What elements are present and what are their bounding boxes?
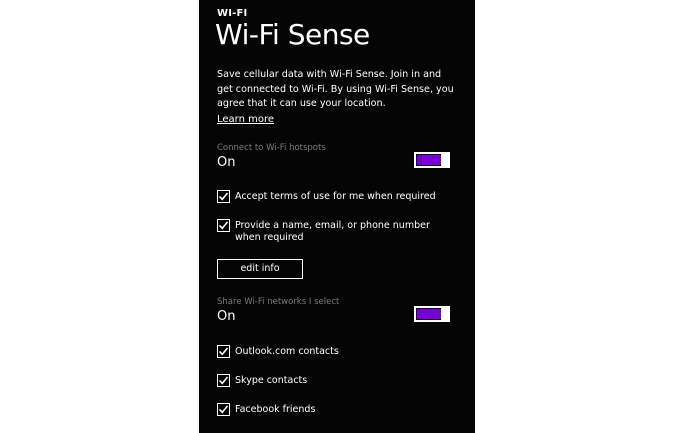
left-margin bbox=[0, 0, 199, 433]
phone-screen: WI-FI Wi-Fi Sense Save cellular data wit… bbox=[199, 0, 475, 433]
skype-contacts-label: Skype contacts bbox=[235, 375, 308, 386]
facebook-friends-label: Facebook friends bbox=[235, 404, 316, 415]
page-title: Wi-Fi Sense bbox=[215, 18, 370, 51]
accept-terms-checkbox[interactable] bbox=[217, 190, 230, 203]
outlook-contacts-checkbox[interactable] bbox=[217, 345, 230, 358]
description-text: Save cellular data with Wi-Fi Sense. Joi… bbox=[217, 69, 454, 109]
outlook-contacts-label: Outlook.com contacts bbox=[235, 346, 339, 357]
edit-info-button[interactable]: edit info bbox=[217, 259, 303, 279]
checkmark-icon bbox=[218, 221, 229, 230]
facebook-friends-checkbox[interactable] bbox=[217, 403, 230, 416]
provide-info-label: Provide a name, email, or phone number w… bbox=[235, 220, 430, 243]
share-setting-value: On bbox=[217, 309, 236, 324]
hotspots-setting-value: On bbox=[217, 155, 236, 170]
share-toggle[interactable] bbox=[414, 306, 450, 322]
share-toggle-knob bbox=[441, 306, 450, 322]
checkmark-icon bbox=[218, 376, 229, 385]
skype-contacts-checkbox[interactable] bbox=[217, 374, 230, 387]
learn-more-link[interactable]: Learn more bbox=[217, 114, 274, 125]
right-margin bbox=[475, 0, 673, 433]
hotspots-toggle-fill bbox=[417, 155, 441, 165]
accept-terms-label: Accept terms of use for me when required bbox=[235, 191, 436, 202]
share-toggle-fill bbox=[417, 309, 441, 319]
share-setting-label: Share Wi-Fi networks I select bbox=[217, 297, 340, 307]
hotspots-setting-label: Connect to Wi-Fi hotspots bbox=[217, 143, 326, 153]
hotspots-toggle-knob bbox=[441, 152, 450, 168]
checkmark-icon bbox=[218, 347, 229, 356]
checkmark-icon bbox=[218, 405, 229, 414]
hotspots-toggle[interactable] bbox=[414, 152, 450, 168]
provide-info-checkbox[interactable] bbox=[217, 219, 230, 232]
checkmark-icon bbox=[218, 192, 229, 201]
